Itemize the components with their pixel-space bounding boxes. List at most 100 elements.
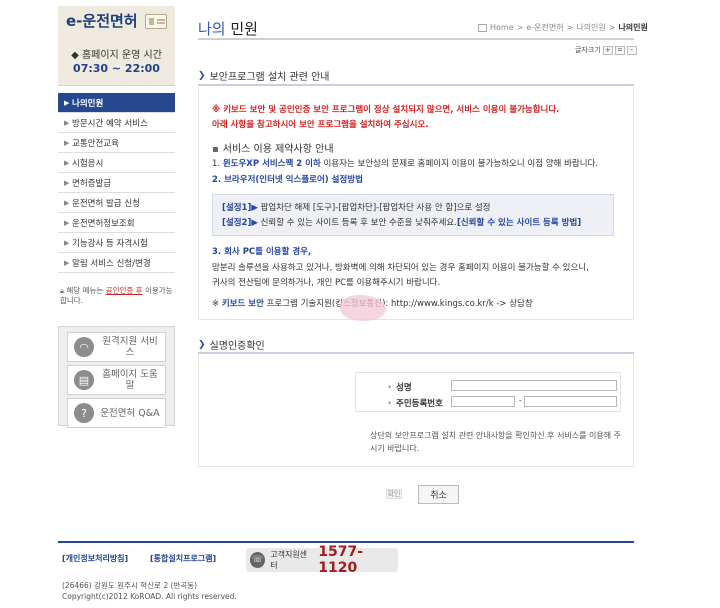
phone-icon: ☏ — [250, 552, 266, 568]
step1-tag: [설정1]▶ — [222, 203, 258, 213]
sidebar-item-label: 알림 서비스 신청/변경 — [72, 258, 151, 269]
resident-number-back-input[interactable] — [524, 396, 617, 407]
sidebar-item-instructor-exam[interactable]: ▶ 기능강사 등 자격시험 — [58, 233, 175, 253]
company-pc-note-2: 귀사의 전산팀에 문의하거나, 개인 PC를 이용해주시기 바랍니다. — [212, 278, 441, 288]
page-title: 나의 민원 — [198, 18, 258, 39]
breadcrumb-home[interactable]: Home — [490, 23, 514, 32]
font-size-control: 글자크기 + = - — [575, 45, 637, 55]
support-label: 원격지원 서비스 — [102, 336, 158, 358]
homepage-help-button[interactable]: ▤ 홈페이지 도움말 — [67, 365, 166, 395]
name-input[interactable] — [451, 380, 617, 391]
page-title-accent: 나의 — [198, 20, 226, 38]
remote-support-icon: ◠ — [74, 337, 94, 357]
font-decrease-button[interactable]: - — [626, 45, 637, 55]
remote-support-button[interactable]: ◠ 원격지원 서비스 — [67, 332, 166, 362]
cert-note: 상단의 보안프로그램 설치 관련 안내사항을 확인하신 후 서비스를 이용해 주… — [370, 431, 622, 453]
section-title: 보안프로그램 설치 관련 안내 — [209, 72, 330, 83]
home-icon[interactable] — [478, 23, 487, 32]
bullet-icon: ▶ — [64, 158, 70, 167]
resident-number-dash: - — [519, 396, 522, 405]
lock-note-pre: 해당 메뉴는 — [66, 286, 104, 295]
breadcrumb-separator: > — [608, 23, 616, 32]
name-label-text: 성명 — [396, 383, 412, 393]
breadcrumb: Home > e-운전면허 > 나의민원 > 나의민원 — [478, 22, 648, 33]
lock-note: 🔒︎ 해당 메뉴는 공인인증 후 이용가능합니다. — [60, 286, 175, 306]
bullet-icon: ▶ — [64, 258, 70, 267]
customer-center-number: 1577-1120 — [318, 544, 364, 576]
support-box: ◠ 원격지원 서비스 ▤ 홈페이지 도움말 ? 운전면허 Q&A — [58, 326, 175, 428]
sidebar-item-label: 기능강사 등 자격시험 — [72, 238, 148, 249]
kb-highlight: 키보드 보안 — [221, 299, 264, 309]
page-title-rest: 민원 — [225, 20, 258, 38]
faq-icon: ? — [74, 403, 94, 423]
sidebar-item-label: 면허증발급 — [72, 178, 112, 189]
sidebar-item-exam[interactable]: ▶ 시험응시 — [58, 153, 175, 173]
footer-copyright: Copyright(c)2012 KoROAD. All rights rese… — [62, 592, 237, 601]
footer-divider — [58, 541, 634, 543]
resident-number-front-input[interactable] — [451, 396, 515, 407]
security-notice-heading: ❯ 보안프로그램 설치 관련 안내 — [198, 68, 330, 84]
hours-time: 07:30 ~ 22:00 — [73, 62, 160, 75]
sidebar-menu: ▶ 나의민원 ▶ 방문시간 예약 서비스 ▶ 교통안전교육 ▶ 시험응시 ▶ 면허증발급 … — [58, 93, 175, 273]
company-pc-note-1: 망분리 솔루션을 사용하고 있거나, 방화벽에 의해 차단되어 있는 경우 홈페… — [212, 263, 589, 273]
setting-step-2: [설정2]▶ 신뢰할 수 있는 사이트 등록 후 보안 수준을 낮춰주세요.[신… — [222, 216, 581, 228]
breadcrumb-separator: > — [566, 23, 574, 32]
kb-text[interactable]: 프로그램 기술지원(킹스정보통신): http://www.kings.co.k… — [264, 299, 533, 309]
privacy-policy-link[interactable]: [개인정보처리방침] — [62, 553, 128, 564]
sidebar-item-license-apply[interactable]: ▶ 운전면허 발급 신청 — [58, 193, 175, 213]
sidebar-item-label: 교통안전교육 — [72, 138, 119, 149]
service-restriction-heading: ▪ 서비스 이용 제약사항 안내 — [212, 140, 334, 155]
dot-icon: • — [387, 399, 393, 409]
restriction-item-2: 2. 브라우저(인터넷 익스플로어) 설정방법 — [212, 175, 363, 185]
bullet-icon: ▶ — [64, 238, 70, 247]
restriction-item-1: 1. 윈도우XP 서비스팩 2 이하 이용자는 보안상의 문제로 홈페이지 이용… — [212, 157, 598, 169]
service-head-text: 서비스 이용 제약사항 안내 — [222, 144, 334, 155]
setting-step-1: [설정1]▶ 팝업차단 해제 [도구]-[팝업차단]-[팝업차단 사용 안 함]… — [222, 201, 491, 213]
customer-center-box: ☏ 고객지원센터 1577-1120 — [246, 544, 398, 576]
sidebar-item-label: 시험응시 — [72, 158, 104, 169]
breadcrumb-item[interactable]: e-운전면허 — [526, 22, 563, 33]
sidebar-item-my-civil[interactable]: ▶ 나의민원 — [58, 93, 175, 113]
bullet-icon: ▪ — [212, 144, 219, 155]
site-logo[interactable]: e-운전면허 — [66, 10, 138, 31]
lock-icon: 🔒︎ — [60, 286, 64, 295]
bullet-icon: ▶ — [64, 98, 70, 107]
name-label: • 성명 — [387, 381, 412, 393]
install-program-link[interactable]: [통합설치프로그램] — [150, 553, 216, 564]
hours-label: ◆ 홈페이지 운영 시간 — [71, 50, 162, 61]
title-divider — [198, 38, 634, 40]
breadcrumb-item[interactable]: 나의민원 — [576, 22, 605, 33]
item1-highlight: 윈도우XP 서비스팩 2 이하 — [222, 159, 321, 169]
sidebar-item-license-info[interactable]: ▶ 운전면허정보조회 — [58, 213, 175, 233]
sidebar-item-visit-reservation[interactable]: ▶ 방문시간 예약 서비스 — [58, 113, 175, 133]
resident-label-text: 주민등록번호 — [396, 399, 443, 409]
section-divider — [198, 84, 634, 86]
bullet-icon: ▶ — [64, 178, 70, 187]
warning-line-2: 아래 사항을 참고하시어 보안 프로그램을 설치하여 주십시오. — [212, 120, 429, 130]
kb-mark: ※ — [212, 299, 220, 309]
trusted-site-link[interactable]: [신뢰할 수 있는 사이트 등록 방법] — [457, 218, 581, 228]
footer-address: (26466) 강원도 원주시 혁신로 2 (반곡동) — [62, 581, 198, 590]
sidebar-item-label: 방문시간 예약 서비스 — [72, 118, 148, 129]
font-reset-button[interactable]: = — [614, 45, 625, 55]
sidebar-item-label: 운전면허정보조회 — [72, 218, 135, 229]
bullet-icon: ▶ — [64, 198, 70, 207]
sidebar-item-safety-education[interactable]: ▶ 교통안전교육 — [58, 133, 175, 153]
sidebar-item-alert-service[interactable]: ▶ 알림 서비스 신청/변경 — [58, 253, 175, 273]
font-size-label: 글자크기 — [575, 46, 601, 54]
bullet-icon: ▶ — [64, 118, 70, 127]
font-increase-button[interactable]: + — [602, 45, 613, 55]
faq-button[interactable]: ? 운전면허 Q&A — [67, 398, 166, 428]
sidebar-item-license-issue[interactable]: ▶ 면허증발급 — [58, 173, 175, 193]
arrow-icon: ❯ — [198, 339, 206, 350]
customer-center-label: 고객지원센터 — [270, 550, 308, 570]
step1-text: 팝업차단 해제 [도구]-[팝업차단]-[팝업차단 사용 안 함]으로 설정 — [257, 203, 491, 213]
confirm-button[interactable]: 확인 — [386, 489, 402, 499]
sidebar-item-label: 운전면허 발급 신청 — [72, 198, 140, 209]
cancel-button[interactable]: 취소 — [418, 485, 459, 504]
section-title: 실명인증확인 — [209, 341, 265, 352]
sidebar-item-label: 나의민원 — [72, 98, 104, 109]
lock-note-highlight: 공인인증 후 — [105, 286, 143, 295]
support-label: 홈페이지 도움말 — [102, 369, 158, 391]
license-card-icon — [145, 14, 167, 29]
